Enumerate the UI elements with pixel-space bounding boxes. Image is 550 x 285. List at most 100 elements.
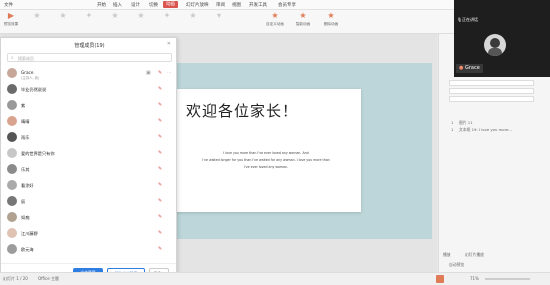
menu-slideshow[interactable]: 幻灯片放映: [186, 2, 209, 8]
member-row[interactable]: 江川藤野 ✎: [1, 226, 177, 241]
member-avatar: [7, 180, 17, 190]
more-icon[interactable]: ⋯: [167, 70, 171, 75]
delete-animation-button[interactable]: ★ 删除动画: [318, 12, 344, 27]
star-icon: ★: [33, 11, 41, 20]
search-icon: ⌕: [11, 56, 14, 61]
zoom-level[interactable]: 71%: [470, 276, 479, 281]
slide-text-line-3: I've ever loved any woman.: [243, 165, 289, 169]
star-icon: ★: [189, 11, 197, 20]
member-name: 看涂好: [21, 183, 34, 188]
mic-muted-icon[interactable]: ✎: [158, 134, 162, 140]
effect-button-1[interactable]: ★: [26, 12, 48, 22]
menu-view[interactable]: 视图: [232, 2, 241, 8]
member-row[interactable]: 紫 ✎: [1, 98, 177, 113]
member-row[interactable]: Grace (主持人, 我) ▣ ✎ ⋯: [1, 66, 177, 81]
anim-item-1[interactable]: 图片 11: [459, 120, 473, 126]
member-row[interactable]: 毕业仍然说说 ✎: [1, 82, 177, 97]
member-avatar: [7, 164, 17, 174]
mic-muted-icon[interactable]: ✎: [158, 230, 162, 236]
sparkle-icon: ✦: [85, 11, 93, 20]
effect-button-6[interactable]: ✦: [156, 12, 178, 22]
slideshow-icon[interactable]: [436, 275, 444, 283]
effect-button-8[interactable]: ▾: [208, 12, 230, 22]
member-row[interactable]: 辰 ✎: [1, 194, 177, 209]
member-avatar: [7, 228, 17, 238]
member-row[interactable]: 晴晴 ✎: [1, 114, 177, 129]
play-button[interactable]: 播放: [443, 252, 451, 258]
speaker-avatar: [484, 34, 506, 56]
member-row[interactable]: 欧元海 ✎: [1, 242, 177, 257]
members-panel: 管理成员(19) ✕ ⌕ 搜索成员 Grace (主持人, 我) ▣ ✎ ⋯ 毕业仍然说说…: [0, 37, 177, 285]
rp-field-3[interactable]: [449, 96, 534, 102]
effect-button-7[interactable]: ★: [182, 12, 204, 22]
member-name: 爱的世界是只有你: [21, 151, 55, 156]
speaking-label: 正在讲话: [462, 17, 478, 22]
menu-transition[interactable]: 切换: [149, 2, 158, 8]
mic-muted-icon[interactable]: ✎: [158, 166, 162, 172]
member-name: 乐其: [21, 167, 30, 172]
star-icon: ★: [111, 11, 119, 20]
member-row[interactable]: 乐其 ✎: [1, 162, 177, 177]
menu-developer[interactable]: 开发工具: [249, 2, 267, 8]
effect-button-4[interactable]: ★: [104, 12, 126, 22]
mic-muted-icon[interactable]: ✎: [158, 118, 162, 124]
menu-design[interactable]: 设计: [131, 2, 140, 8]
anim-item-num-2: 1: [451, 127, 454, 132]
slide-text-line-2: I've waited longer for you than I've wai…: [202, 158, 330, 162]
zoom-slider[interactable]: [485, 278, 530, 280]
member-avatar: [7, 100, 17, 110]
effect-button-2[interactable]: ★: [52, 12, 74, 22]
member-name: 如痴: [21, 215, 30, 220]
member-row[interactable]: 雨乐 ✎: [1, 130, 177, 145]
auto-preview-checkbox[interactable]: 自动预览: [449, 262, 464, 268]
mic-muted-icon[interactable]: ✎: [158, 214, 162, 220]
smart-animation-button[interactable]: ★ 智能动画: [290, 12, 316, 27]
members-search-input[interactable]: ⌕ 搜索成员: [7, 53, 172, 62]
custom-animation-button[interactable]: ★ 自定义动画: [262, 12, 288, 27]
member-avatar: [7, 68, 17, 78]
member-name: 毕业仍然说说: [21, 87, 47, 92]
rp-field-2[interactable]: [449, 88, 534, 94]
member-row[interactable]: 看涂好 ✎: [1, 178, 177, 193]
delete-star-icon: ★: [327, 11, 335, 20]
anim-item-2[interactable]: 文本框 19: I love you more...: [459, 127, 512, 133]
effect-button-3[interactable]: ✦: [78, 12, 100, 22]
mic-muted-icon[interactable]: ✎: [158, 150, 162, 156]
menu-member[interactable]: 会员专享: [278, 2, 296, 8]
mic-muted-icon[interactable]: ✎: [158, 246, 162, 252]
members-panel-title: 管理成员(19): [74, 43, 105, 49]
mic-muted-icon[interactable]: ✎: [158, 198, 162, 204]
mic-muted-icon[interactable]: ✎: [158, 102, 162, 108]
member-row[interactable]: 爱的世界是只有你 ✎: [1, 146, 177, 161]
member-name: 雨乐: [21, 135, 30, 140]
member-row[interactable]: 如痴 ✎: [1, 210, 177, 225]
close-icon[interactable]: ✕: [167, 41, 171, 47]
member-name: 江川藤野: [21, 231, 38, 236]
menu-file[interactable]: 文件: [4, 2, 13, 8]
mic-muted-icon[interactable]: ✎: [158, 182, 162, 188]
menu-review[interactable]: 审阅: [216, 2, 225, 8]
member-avatar: [7, 116, 17, 126]
menu-animation[interactable]: 动画: [163, 1, 178, 8]
member-avatar: [7, 84, 17, 94]
speaker-name-tag: ● Grace: [456, 64, 483, 73]
preview-effect-button[interactable]: ▶ 预览效果: [0, 12, 22, 27]
star-icon: ★: [137, 11, 145, 20]
play-icon: ▶: [7, 11, 15, 20]
slide-text-line-1: I love you more than I've ever loved any…: [223, 151, 309, 155]
member-avatar: [7, 244, 17, 254]
menu-insert[interactable]: 插入: [113, 2, 122, 8]
camera-icon[interactable]: ▣: [146, 70, 151, 76]
member-role: (主持人, 我): [21, 76, 40, 80]
member-avatar: [7, 212, 17, 222]
menu-home[interactable]: 开始: [97, 2, 106, 8]
mic-muted-icon[interactable]: ✎: [158, 70, 162, 76]
rp-field-1[interactable]: [449, 80, 534, 86]
slide-title[interactable]: 欢迎各位家长！: [186, 100, 298, 121]
slideshow-play-button[interactable]: 幻灯片播放: [465, 252, 484, 258]
slide-counter: 幻灯片 1 / 20: [3, 276, 28, 281]
mic-on-icon: ●: [459, 65, 464, 71]
effect-button-5[interactable]: ★: [130, 12, 152, 22]
mic-muted-icon[interactable]: ✎: [158, 86, 162, 92]
theme-name: Office 主题: [38, 276, 59, 281]
